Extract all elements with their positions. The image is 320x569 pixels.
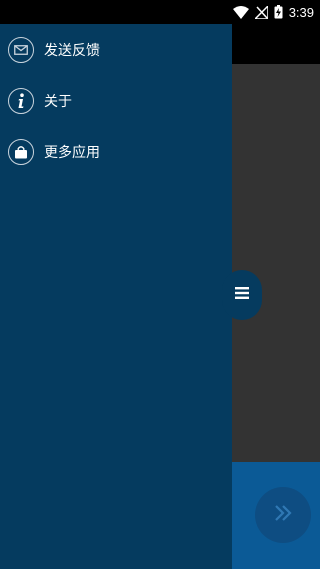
status-time: 3:39 [288,4,314,20]
menu-item-label: 更多应用 [44,143,100,160]
app-toolbar [232,24,320,64]
info-icon [8,87,34,114]
menu-item-feedback[interactable]: 发送反馈 [0,24,232,75]
status-bar: 3:39 [0,0,320,24]
menu-item-more-apps[interactable]: 更多应用 [0,126,232,177]
next-button[interactable] [255,487,311,543]
mail-icon [8,36,34,63]
navigation-drawer: 发送反馈 关于 更多应用 [0,24,232,569]
signal-icon [254,5,268,19]
main-content [232,64,320,462]
shopping-bag-icon [8,138,34,165]
menu-item-about[interactable]: 关于 [0,75,232,126]
double-chevron-right-icon [271,501,295,530]
menu-icon [235,286,249,304]
menu-item-label: 发送反馈 [44,41,100,58]
battery-charging-icon [274,5,283,19]
wifi-icon [232,5,249,19]
drawer-toggle-handle[interactable] [222,270,262,320]
menu-item-label: 关于 [44,92,72,109]
